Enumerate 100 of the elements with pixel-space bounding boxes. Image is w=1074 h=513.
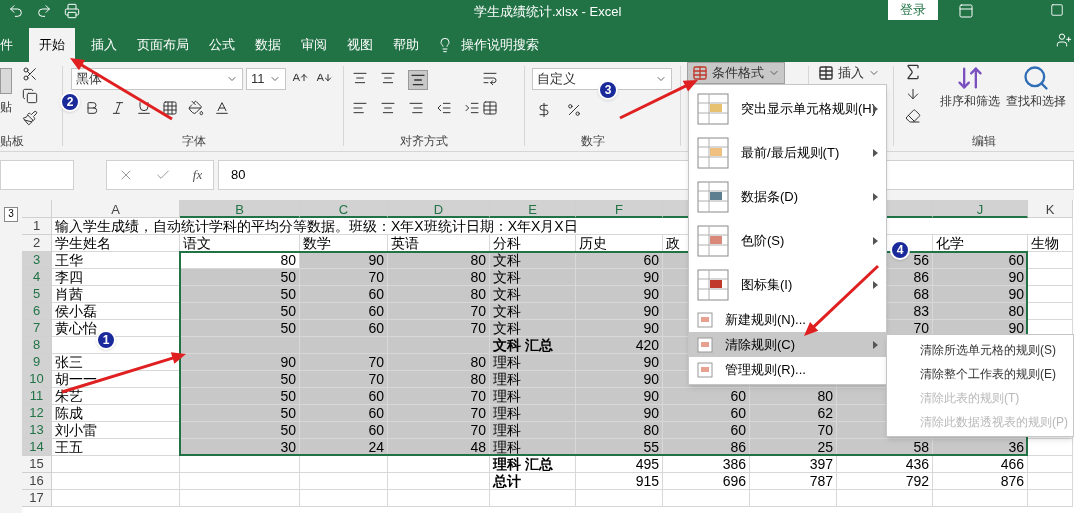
row-header[interactable]: 4: [22, 269, 52, 286]
row-header[interactable]: 13: [22, 422, 52, 439]
table-cell: 学生姓名: [52, 235, 180, 252]
table-cell: 朱艺: [52, 388, 180, 405]
lightbulb-icon[interactable]: [437, 37, 453, 53]
table-cell: 90: [576, 405, 663, 422]
rule-sheet-icon: [697, 269, 729, 301]
row-header[interactable]: 1: [22, 218, 52, 235]
wrap-text-icon[interactable]: [482, 70, 498, 86]
fill-icon[interactable]: [905, 86, 921, 102]
eraser-icon[interactable]: [905, 108, 921, 124]
ribbon-tab[interactable]: 公式: [199, 28, 245, 62]
top-align-icon[interactable]: [352, 70, 368, 86]
group-label: 字体: [182, 133, 206, 150]
table-cell: 王五: [52, 439, 180, 456]
column-header[interactable]: E: [490, 200, 576, 218]
number-format-value: 自定义: [537, 70, 576, 89]
row-header[interactable]: 3: [22, 252, 52, 269]
row-header[interactable]: 6: [22, 303, 52, 320]
print-preview-icon[interactable]: [64, 3, 80, 19]
row-header[interactable]: 2: [22, 235, 52, 252]
table-cell: 80: [576, 422, 663, 439]
insert-cells-button[interactable]: 插入: [818, 62, 880, 84]
align-center-icon[interactable]: [380, 100, 396, 116]
menu-item[interactable]: 清除规则(C): [689, 332, 886, 357]
ribbon-tab[interactable]: 插入: [81, 28, 127, 62]
outline-level-button[interactable]: 3: [4, 206, 18, 222]
group-label: 对齐方式: [400, 133, 448, 150]
merge-cells-icon[interactable]: [482, 100, 498, 116]
ribbon-tab[interactable]: 审阅: [291, 28, 337, 62]
currency-icon[interactable]: [536, 102, 552, 118]
decrease-indent-icon[interactable]: [436, 100, 452, 116]
function-button[interactable]: fx: [192, 165, 203, 185]
table-cell: 理科: [490, 388, 576, 405]
table-cell: 90: [576, 286, 663, 303]
group-label: 编辑: [972, 133, 996, 150]
row-header[interactable]: 14: [22, 439, 52, 456]
ribbon-tab[interactable]: 视图: [337, 28, 383, 62]
column-header[interactable]: K: [1028, 200, 1073, 218]
row-header[interactable]: 17: [22, 490, 52, 507]
bottom-align-icon[interactable]: [408, 70, 428, 90]
find-select-button[interactable]: 查找和选择: [1006, 64, 1066, 110]
row-header[interactable]: 11: [22, 388, 52, 405]
font-color-icon[interactable]: [214, 100, 230, 116]
ribbon-tab[interactable]: 件: [0, 28, 23, 62]
copy-icon[interactable]: [22, 88, 38, 104]
table-cell: 80: [388, 269, 490, 286]
share-icon[interactable]: [1056, 32, 1072, 48]
row-header[interactable]: 16: [22, 473, 52, 490]
increase-indent-icon[interactable]: [464, 100, 480, 116]
format-painter-icon[interactable]: [22, 110, 38, 126]
column-header[interactable]: D: [388, 200, 490, 218]
rule-sheet-icon: [697, 181, 729, 213]
row-header[interactable]: 9: [22, 354, 52, 371]
submenu-arrow-icon: [873, 340, 878, 349]
align-left-icon[interactable]: [352, 100, 368, 116]
table-cell: 50: [180, 422, 300, 439]
maximize-icon[interactable]: [1050, 3, 1064, 17]
table-cell: 生物: [1028, 235, 1073, 252]
table-cell: 60: [300, 286, 388, 303]
table-cell: 915: [576, 473, 663, 490]
submenu-item[interactable]: 清除整个工作表的规则(E): [887, 362, 1073, 386]
conditional-format-button[interactable]: 条件格式: [687, 62, 785, 84]
column-header[interactable]: J: [933, 200, 1028, 218]
fill-color-icon[interactable]: [188, 100, 204, 116]
ribbon-tab[interactable]: 帮助: [383, 28, 429, 62]
row-header[interactable]: 15: [22, 456, 52, 473]
ribbon-tab[interactable]: 页面布局: [127, 28, 199, 62]
ribbon-tab[interactable]: 开始: [29, 28, 75, 62]
table-cell: 466: [933, 456, 1028, 473]
table-cell: 90: [576, 269, 663, 286]
column-header[interactable]: F: [576, 200, 663, 218]
underline-icon[interactable]: [136, 100, 152, 116]
row-header[interactable]: 10: [22, 371, 52, 388]
bold-icon[interactable]: [84, 100, 100, 116]
ribbon-display-icon[interactable]: [958, 3, 974, 19]
undo-icon[interactable]: [8, 3, 24, 19]
paste-button[interactable]: 贴: [0, 98, 12, 116]
percent-icon[interactable]: [566, 102, 582, 118]
menu-item[interactable]: 管理规则(R)...: [689, 357, 886, 382]
font-size-field[interactable]: 11: [246, 68, 286, 90]
italic-icon[interactable]: [110, 100, 126, 116]
column-header[interactable]: A: [52, 200, 180, 218]
column-header[interactable]: C: [300, 200, 388, 218]
tell-me-search[interactable]: 操作说明搜索: [461, 35, 539, 55]
border-icon[interactable]: [162, 100, 178, 116]
row-header[interactable]: 5: [22, 286, 52, 303]
ribbon-tab[interactable]: 数据: [245, 28, 291, 62]
submenu-item[interactable]: 清除所选单元格的规则(S): [887, 338, 1073, 362]
row-header[interactable]: 12: [22, 405, 52, 422]
sort-filter-button[interactable]: 排序和筛选: [940, 64, 1000, 110]
row-header[interactable]: 8: [22, 337, 52, 354]
redo-icon[interactable]: [36, 3, 52, 19]
column-header[interactable]: B: [180, 200, 300, 218]
row-header[interactable]: 7: [22, 320, 52, 337]
group-label: 数字: [581, 133, 605, 150]
align-right-icon[interactable]: [408, 100, 424, 116]
cut-icon[interactable]: [22, 66, 38, 82]
middle-align-icon[interactable]: [380, 70, 396, 86]
sign-in-button[interactable]: 登录: [888, 0, 938, 20]
